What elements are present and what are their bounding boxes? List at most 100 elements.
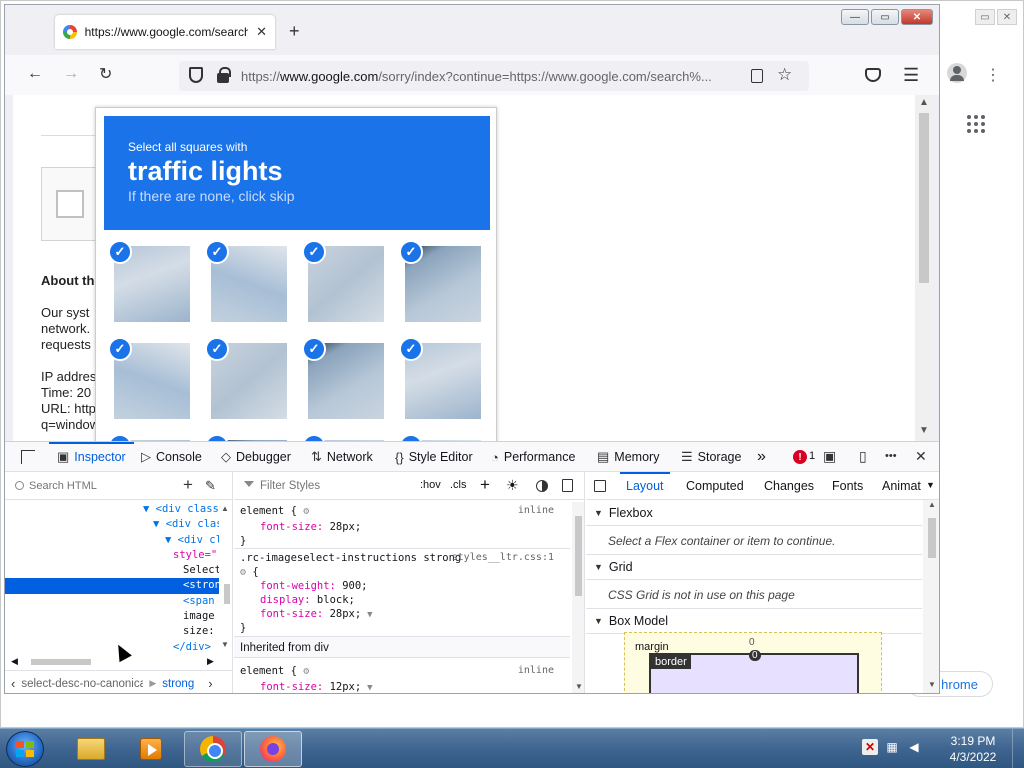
markup-node-selected[interactable]: <stron xyxy=(5,578,219,594)
hover-state-button[interactable]: :hov xyxy=(420,479,441,491)
filter-icon[interactable]: ▼ xyxy=(367,683,372,693)
tab-fonts[interactable]: Fonts xyxy=(832,472,863,500)
scrollbar-thumb[interactable] xyxy=(928,518,936,558)
lock-icon[interactable] xyxy=(217,67,231,83)
gear-icon[interactable]: ⚙ xyxy=(303,666,309,677)
tab-performance[interactable]: ◔ Performance xyxy=(491,442,575,472)
google-apps-icon[interactable] xyxy=(967,115,985,133)
css-property[interactable]: font-weight: 900; xyxy=(260,579,368,593)
taskbar-chrome[interactable] xyxy=(184,731,242,767)
element-picker-icon[interactable] xyxy=(21,450,35,464)
markup-vertical-scrollbar[interactable]: ▲ ▼ xyxy=(221,504,233,652)
breadcrumb-item-current[interactable]: strong xyxy=(162,678,202,690)
volume-icon[interactable]: ◀ xyxy=(906,739,922,755)
scrollbar-thumb[interactable] xyxy=(919,113,929,283)
browser-tab[interactable]: https://www.google.com/search?q=window ✕ xyxy=(55,15,275,49)
markup-node[interactable]: style=" xyxy=(5,548,219,563)
captcha-tile[interactable]: ✓ xyxy=(108,337,190,419)
captcha-tile[interactable]: ✓ xyxy=(205,337,287,419)
recaptcha-checkbox[interactable] xyxy=(56,190,84,218)
captcha-tile[interactable]: ✓ xyxy=(399,240,481,322)
search-html-input[interactable] xyxy=(29,478,179,494)
markup-node[interactable]: <span xyxy=(5,594,219,609)
markup-horizontal-scrollbar[interactable]: ◀ ▶ xyxy=(11,656,217,668)
gear-icon[interactable]: ⚙ xyxy=(240,567,246,578)
show-desktop-button[interactable] xyxy=(1012,729,1024,768)
scroll-down-icon[interactable]: ▼ xyxy=(928,680,936,689)
tab-changes[interactable]: Changes xyxy=(764,472,814,500)
error-count[interactable]: 1 xyxy=(809,450,815,462)
tracking-protection-icon[interactable] xyxy=(189,67,203,83)
start-button[interactable] xyxy=(6,731,44,767)
responsive-design-icon[interactable]: ▯ xyxy=(859,448,867,465)
tab-computed[interactable]: Computed xyxy=(686,472,744,500)
captcha-tile[interactable]: ✓ xyxy=(302,337,384,419)
add-node-icon[interactable]: + xyxy=(183,475,193,495)
maximize-icon[interactable]: ▭ xyxy=(871,9,899,25)
scroll-down-icon[interactable]: ▼ xyxy=(221,640,229,649)
more-tools-chevron-icon[interactable]: » xyxy=(757,442,766,472)
margin-top-value[interactable]: 0 xyxy=(749,637,755,648)
page-scrollbar[interactable]: ▲ ▼ xyxy=(915,95,933,441)
markup-node[interactable]: ▼ <div class= xyxy=(5,502,219,517)
tab-console[interactable]: ▷ Console xyxy=(141,442,202,472)
url-bar[interactable]: https://www.google.com/sorry/index?conti… xyxy=(179,61,809,91)
scroll-up-icon[interactable]: ▲ xyxy=(919,97,929,108)
class-toggle-button[interactable]: .cls xyxy=(450,479,467,491)
chrome-menu-icon[interactable]: ⋮ xyxy=(985,65,1001,85)
rule-source[interactable]: styles__ltr.css:1 xyxy=(452,551,554,565)
error-icon[interactable]: ! xyxy=(793,450,807,464)
tab-memory[interactable]: ▤ Memory xyxy=(597,442,659,472)
print-media-icon[interactable] xyxy=(562,479,573,492)
taskbar-media-player[interactable] xyxy=(122,731,180,767)
dark-color-scheme-icon[interactable] xyxy=(536,480,548,492)
rule-source[interactable]: inline xyxy=(518,504,554,518)
add-rule-icon[interactable]: + xyxy=(480,475,490,495)
sidebar-toggle-icon[interactable] xyxy=(594,480,606,492)
rule-source[interactable]: inline xyxy=(518,664,554,678)
scroll-down-icon[interactable]: ▼ xyxy=(575,682,583,691)
scrollbar-thumb[interactable] xyxy=(31,659,91,665)
flexbox-section-header[interactable]: ▼ Flexbox xyxy=(586,500,922,526)
network-icon[interactable]: ▦ xyxy=(884,739,900,755)
system-clock[interactable]: 3:19 PM 4/3/2022 xyxy=(944,733,1002,765)
captcha-tile[interactable]: ✓ xyxy=(205,240,287,322)
css-property[interactable]: display: block; xyxy=(260,593,355,607)
url-text[interactable]: https://www.google.com/sorry/index?conti… xyxy=(241,69,741,84)
scrollbar-thumb[interactable] xyxy=(575,516,582,596)
breadcrumb-prev-icon[interactable]: ‹ xyxy=(5,676,21,691)
markup-node[interactable]: Select xyxy=(5,563,219,578)
action-center-flag-icon[interactable]: ✕ xyxy=(862,739,878,755)
css-property-overridden[interactable]: font-size: 28px; ▼ xyxy=(260,607,373,621)
hamburger-menu-icon[interactable]: ☰ xyxy=(903,65,919,86)
scroll-left-icon[interactable]: ◀ xyxy=(11,656,18,667)
css-property-overridden[interactable]: font-size: 12px; ▼ xyxy=(260,680,373,693)
reader-view-icon[interactable] xyxy=(751,69,763,83)
breadcrumb-item[interactable]: select-desc-no-canonical xyxy=(21,678,143,690)
breadcrumb-next-icon[interactable]: › xyxy=(202,676,218,691)
filter-styles-input[interactable] xyxy=(260,478,410,494)
light-color-scheme-icon[interactable]: ☀ xyxy=(506,477,519,494)
markup-node[interactable]: ▼ <div cla xyxy=(5,533,219,548)
devtools-options-icon[interactable]: ••• xyxy=(885,450,897,462)
eyedropper-icon[interactable]: ✎ xyxy=(205,478,216,494)
rules-scrollbar[interactable]: ▼ xyxy=(572,502,584,693)
tab-debugger[interactable]: ◇ Debugger xyxy=(221,442,291,472)
tab-layout[interactable]: Layout xyxy=(620,472,669,500)
split-console-icon[interactable]: ▣ xyxy=(823,448,836,465)
devtools-close-icon[interactable]: ✕ xyxy=(915,448,927,465)
markup-node[interactable]: ▼ <div clas xyxy=(5,517,219,532)
close-icon[interactable]: ✕ xyxy=(997,9,1017,25)
captcha-tile[interactable]: ✓ xyxy=(302,240,384,322)
taskbar-explorer[interactable] xyxy=(62,731,120,767)
boxmodel-section-header[interactable]: ▼ Box Model xyxy=(586,608,922,634)
profile-avatar-icon[interactable] xyxy=(947,63,967,83)
scroll-up-icon[interactable]: ▲ xyxy=(928,500,936,509)
tab-inspector[interactable]: ▣ Inspector xyxy=(49,442,134,472)
taskbar-firefox[interactable] xyxy=(244,731,302,767)
minimize-icon[interactable]: — xyxy=(841,9,869,25)
chevron-down-icon[interactable]: ▼ xyxy=(926,480,935,490)
markup-node[interactable]: size: xyxy=(5,624,219,639)
close-icon[interactable]: ✕ xyxy=(901,9,933,25)
tab-close-icon[interactable]: ✕ xyxy=(256,24,267,40)
